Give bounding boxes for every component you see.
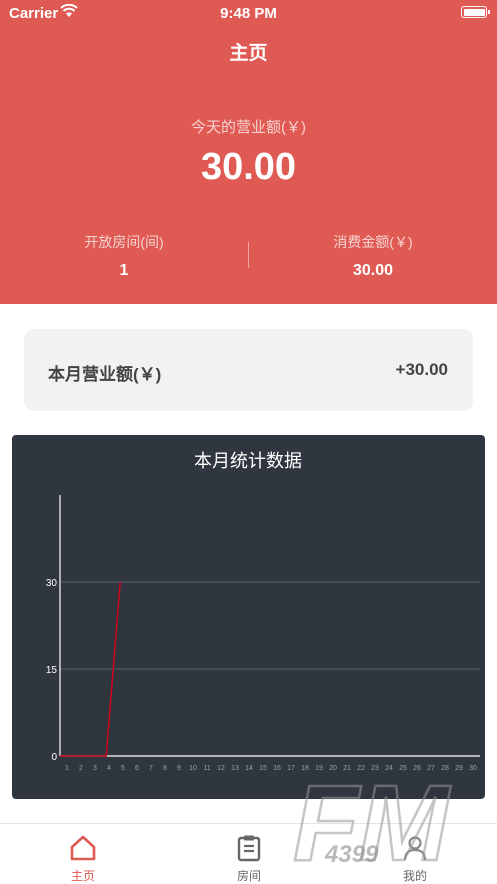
person-icon [403, 836, 427, 861]
clipboard-icon [237, 835, 261, 862]
x-tick-label: 5 [121, 765, 125, 772]
chart-title: 本月统计数据 [194, 451, 302, 471]
tab-rooms[interactable]: 房间 [166, 824, 332, 884]
status-bar: Carrier 9:48 PM [0, 0, 497, 26]
y-tick-label: 30 [46, 578, 58, 589]
x-tick-label: 16 [273, 765, 281, 772]
x-tick-label: 4 [107, 765, 111, 772]
x-tick-label: 22 [357, 765, 365, 772]
x-tick-label: 1 [65, 765, 69, 772]
tab-home-label: 主页 [70, 869, 95, 883]
x-tick-label: 6 [135, 765, 139, 772]
tab-profile[interactable]: 我的 [332, 824, 497, 884]
y-tick-label: 0 [51, 752, 57, 763]
x-tick-label: 11 [203, 765, 210, 772]
x-tick-label: 19 [315, 765, 323, 772]
monthly-revenue-card[interactable]: 本月营业额(￥) +30.00 [24, 329, 473, 411]
chart-svg: 本月统计数据015301 2 3 4 5 6 7 8 9 10 11 12 13 14 15 16 17 18 19… [46, 451, 480, 772]
x-tick-label: 2 [79, 765, 83, 772]
monthly-revenue-label: 本月营业额(￥) [48, 365, 162, 384]
x-tick-label: 21 [343, 765, 351, 772]
x-tick-label: 9 [177, 765, 181, 772]
open-rooms-stat: 开放房间(间) 1 [0, 232, 248, 280]
battery-icon [461, 6, 490, 18]
x-tick-label: 14 [245, 765, 253, 772]
clock-time: 9:48 PM [220, 5, 277, 22]
x-tick-label: 17 [287, 765, 295, 772]
x-tick-label: 26 [413, 765, 421, 772]
monthly-stats-chart: 本月统计数据 0 15 30 1 2 3 4 5 6 7 8 9 10 11 12 13 14 15 16 17 18 19… [12, 435, 485, 799]
open-rooms-label: 开放房间(间) [84, 234, 164, 250]
x-tick-label: 12 [217, 765, 225, 772]
x-tick-label: 8 [163, 765, 167, 772]
x-tick-label: 25 [399, 765, 407, 772]
consumption-value: 30.00 [352, 262, 394, 279]
tab-bar: 主页 房间 我的 [0, 823, 497, 884]
tab-home[interactable]: 主页 [0, 824, 166, 884]
consumption-label: 消费金额(￥) [333, 234, 413, 250]
header-banner: Carrier 9:48 PM 主页 今天的营业额(￥) 30.00 开放房间(… [0, 0, 497, 304]
x-tick-label: 23 [371, 765, 379, 772]
open-rooms-value: 1 [119, 262, 129, 279]
x-tick-label: 30 [469, 765, 477, 772]
x-tick-label: 7 [149, 765, 153, 772]
monthly-revenue-value: +30.00 [395, 360, 448, 379]
x-tick-label: 24 [385, 765, 393, 772]
x-tick-label: 29 [455, 765, 463, 772]
home-icon [70, 835, 96, 861]
tab-profile-label: 我的 [402, 869, 427, 883]
x-tick-label: 28 [441, 765, 449, 772]
x-tick-label: 13 [231, 765, 239, 772]
x-tick-label: 18 [301, 765, 309, 772]
x-tick-label: 10 [189, 765, 197, 772]
page-title: 主页 [229, 43, 268, 64]
consumption-stat: 消费金额(￥) 30.00 [249, 232, 497, 280]
x-tick-label: 20 [329, 765, 337, 772]
today-revenue-value: 30.00 [200, 146, 297, 188]
x-tick-label: 27 [427, 765, 435, 772]
tab-rooms-label: 房间 [236, 869, 261, 883]
today-revenue-label: 今天的营业额(￥) [191, 119, 306, 136]
y-tick-label: 15 [46, 665, 58, 676]
x-tick-label: 3 [93, 765, 97, 772]
x-tick-label: 15 [259, 765, 267, 772]
